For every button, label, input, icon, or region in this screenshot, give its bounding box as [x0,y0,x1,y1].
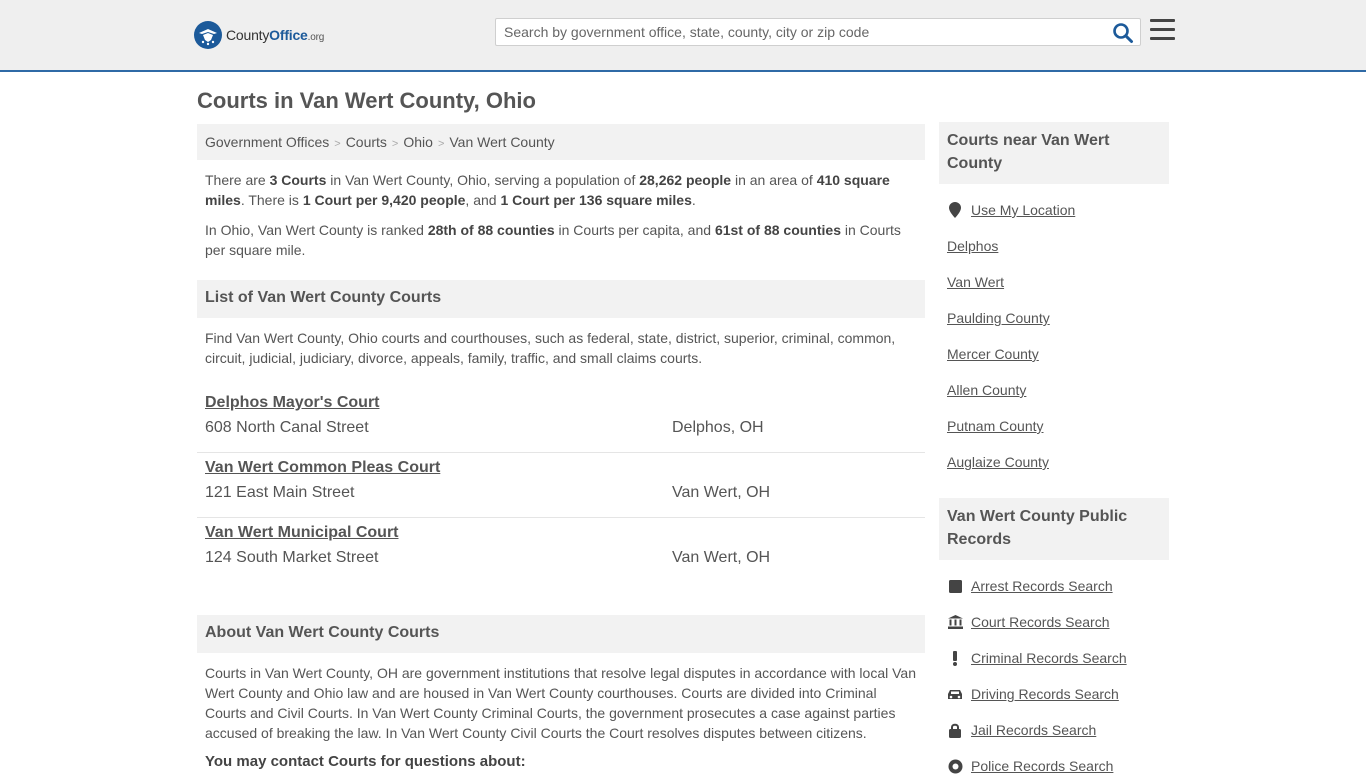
breadcrumb-separator-icon: > [334,138,341,150]
list-item: Driving Records Search [947,676,1161,712]
list-item: Allen County [947,372,1161,408]
intro-paragraph: There are 3 Courts in Van Wert County, O… [205,172,890,208]
list-item: Putnam County [947,408,1161,444]
jail-records-link[interactable]: Jail Records Search [971,722,1096,738]
use-my-location-link[interactable]: Use My Location [971,202,1075,218]
nearby-link-van-wert[interactable]: Van Wert [947,274,1004,290]
court-city: Van Wert, OH [672,484,771,501]
breadcrumb-separator-icon: > [437,138,445,150]
breadcrumb-van-wert-county[interactable]: Van Wert County [449,134,554,150]
court-link[interactable]: Delphos Mayor's Court [205,394,380,412]
court-records-link[interactable]: Court Records Search [971,614,1110,630]
nearby-courts-heading: Courts near Van Wert County [939,122,1169,184]
breadcrumb-government-offices[interactable]: Government Offices [205,134,329,150]
nearby-link-allen-county[interactable]: Allen County [947,382,1026,398]
breadcrumb-ohio[interactable]: Ohio [403,134,433,150]
list-item: Paulding County [947,300,1161,336]
nearby-links-list: Use My Location Delphos Van Wert Pauldin… [939,184,1169,480]
court-link[interactable]: Van Wert Municipal Court [205,524,399,542]
list-section-heading: List of Van Wert County Courts [197,280,925,318]
exclamation-icon [947,650,963,666]
nearby-link-delphos[interactable]: Delphos [947,238,998,254]
court-address: 608 North Canal Street [205,419,369,436]
logo-wordmark: CountyOffice.org [226,27,325,43]
court-address: 124 South Market Street [205,549,379,566]
square-icon [947,578,963,594]
criminal-records-link[interactable]: Criminal Records Search [971,650,1127,666]
rank-paragraph: In Ohio, Van Wert County is ranked 28th … [205,222,901,258]
search-icon[interactable] [1112,22,1134,44]
about-paragraph: Courts in Van Wert County, OH are govern… [205,665,916,741]
nearby-link-putnam-county[interactable]: Putnam County [947,418,1044,434]
search-box [495,18,1141,46]
list-item: Criminal Records Search [947,640,1161,676]
court-address: 121 East Main Street [205,484,355,501]
list-item: Arrest Records Search [947,568,1161,604]
courthouse-icon [947,614,963,630]
arrest-records-link[interactable]: Arrest Records Search [971,578,1113,594]
sidebar: Courts near Van Wert County Use My Locat… [939,122,1169,784]
contact-heading: You may contact Courts for questions abo… [205,753,526,770]
list-item: Van Wert Common Pleas Court 121 East Mai… [197,453,925,518]
map-marker-icon [947,202,963,218]
list-item: Police Records Search [947,748,1161,784]
public-records-heading: Van Wert County Public Records [939,498,1169,560]
driving-records-link[interactable]: Driving Records Search [971,686,1119,702]
records-links-list: Arrest Records Search Court Records Sear… [939,560,1169,784]
list-item: Court Records Search [947,604,1161,640]
breadcrumb-separator-icon: > [391,138,399,150]
car-icon [947,686,963,702]
badge-icon [947,758,963,774]
police-records-link[interactable]: Police Records Search [971,758,1113,774]
lock-icon [947,722,963,738]
breadcrumb-courts[interactable]: Courts [346,134,387,150]
list-item: Van Wert Municipal Court 124 South Marke… [197,518,925,583]
nearby-link-auglaize-county[interactable]: Auglaize County [947,454,1049,470]
about-section-heading: About Van Wert County Courts [197,615,925,653]
site-header: CountyOffice.org [0,0,1366,72]
court-list: Delphos Mayor's Court 608 North Canal St… [197,388,925,583]
nearby-link-paulding-county[interactable]: Paulding County [947,310,1050,326]
search-input[interactable] [496,19,1106,45]
list-item: Delphos [947,228,1161,264]
court-city: Van Wert, OH [672,549,771,566]
court-link[interactable]: Van Wert Common Pleas Court [205,459,440,477]
seal-icon [194,21,222,49]
site-logo[interactable]: CountyOffice.org [194,21,324,49]
list-section-description: Find Van Wert County, Ohio courts and co… [205,330,896,366]
nearby-link-mercer-county[interactable]: Mercer County [947,346,1039,362]
main-content: Government Offices > Courts > Ohio > Van Wert … [197,124,925,770]
list-item: Mercer County [947,336,1161,372]
list-item: Jail Records Search [947,712,1161,748]
breadcrumb: Government Offices > Courts > Ohio > Van Wert … [197,124,925,160]
page-title: Courts in Van Wert County, Ohio [197,88,536,113]
list-item: Auglaize County [947,444,1161,480]
hamburger-menu-icon[interactable] [1150,19,1175,41]
list-item: Delphos Mayor's Court 608 North Canal St… [197,388,925,453]
list-item: Use My Location [947,192,1161,228]
court-city: Delphos, OH [672,419,764,436]
list-item: Van Wert [947,264,1161,300]
